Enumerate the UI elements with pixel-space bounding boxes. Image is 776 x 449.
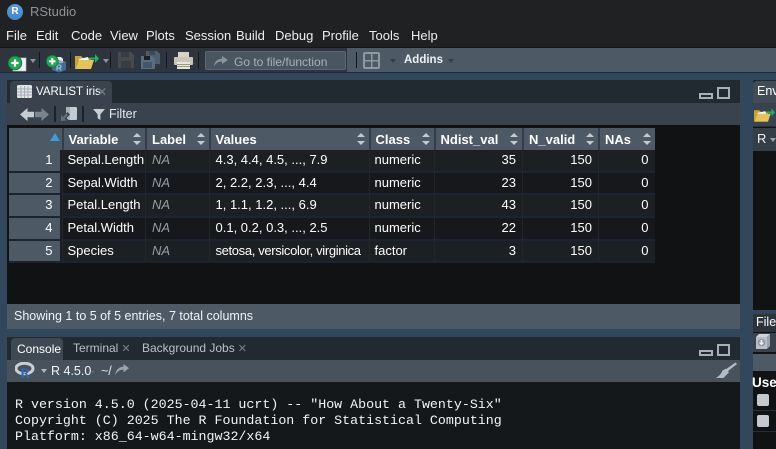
- svg-text:R: R: [20, 367, 31, 380]
